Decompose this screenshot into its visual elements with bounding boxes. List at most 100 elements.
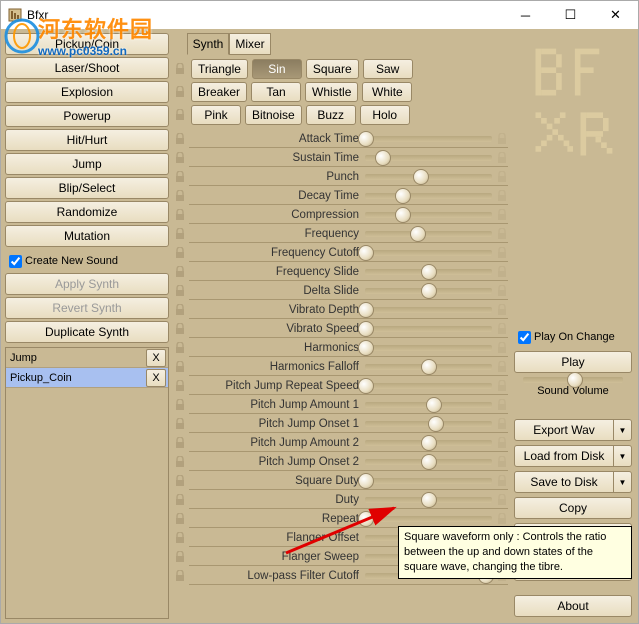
lock-icon[interactable] <box>175 418 185 430</box>
slider-track[interactable] <box>365 459 492 465</box>
slider-thumb[interactable] <box>358 511 374 527</box>
lock-icon[interactable] <box>175 323 185 335</box>
apply-synth-button[interactable]: Apply Synth <box>5 273 169 295</box>
slider-track[interactable] <box>365 155 492 161</box>
slider-track[interactable] <box>365 288 492 294</box>
slider-thumb[interactable] <box>395 207 411 223</box>
lock-icon[interactable] <box>497 133 507 145</box>
lock-icon[interactable] <box>497 323 507 335</box>
lock-icon[interactable] <box>175 304 185 316</box>
slider-track[interactable] <box>365 307 492 313</box>
wave-buzz-button[interactable]: Buzz <box>306 105 356 125</box>
generator-mutation-button[interactable]: Mutation <box>5 225 169 247</box>
wave-pink-button[interactable]: Pink <box>191 105 241 125</box>
tab-synth[interactable]: Synth <box>187 33 229 55</box>
slider-thumb[interactable] <box>413 169 429 185</box>
lock-icon[interactable] <box>497 361 507 373</box>
sound-delete-button[interactable]: X <box>146 349 166 367</box>
lock-icon[interactable] <box>497 456 507 468</box>
save-to-disk-button[interactable]: Save to Disk▼ <box>514 471 632 493</box>
wave-square-button[interactable]: Square <box>306 59 359 79</box>
lock-icon[interactable] <box>175 399 185 411</box>
lock-icon[interactable] <box>497 342 507 354</box>
slider-track[interactable] <box>365 326 492 332</box>
duplicate-synth-button[interactable]: Duplicate Synth <box>5 321 169 343</box>
wave-sin-button[interactable]: Sin <box>252 59 302 79</box>
lock-icon[interactable] <box>175 86 185 98</box>
lock-icon[interactable] <box>175 494 185 506</box>
lock-icon[interactable] <box>497 304 507 316</box>
lock-icon[interactable] <box>175 285 185 297</box>
play-button[interactable]: Play <box>514 351 632 373</box>
slider-thumb[interactable] <box>421 283 437 299</box>
slider-thumb[interactable] <box>421 359 437 375</box>
slider-thumb[interactable] <box>358 302 374 318</box>
slider-track[interactable] <box>365 440 492 446</box>
sound-delete-button[interactable]: X <box>146 369 166 387</box>
lock-icon[interactable] <box>497 228 507 240</box>
lock-icon[interactable] <box>175 228 185 240</box>
generator-hit-hurt-button[interactable]: Hit/Hurt <box>5 129 169 151</box>
slider-thumb[interactable] <box>395 188 411 204</box>
slider-track[interactable] <box>365 174 492 180</box>
play-on-change-checkbox[interactable] <box>518 331 531 344</box>
slider-track[interactable] <box>365 364 492 370</box>
copy-button[interactable]: Copy <box>514 497 632 519</box>
slider-track[interactable] <box>365 421 492 427</box>
generator-powerup-button[interactable]: Powerup <box>5 105 169 127</box>
wave-saw-button[interactable]: Saw <box>363 59 413 79</box>
maximize-button[interactable]: ☐ <box>548 1 593 29</box>
wave-tan-button[interactable]: Tan <box>251 82 301 102</box>
lock-icon[interactable] <box>497 152 507 164</box>
lock-icon[interactable] <box>175 266 185 278</box>
sound-item[interactable]: Pickup_CoinX <box>6 368 168 388</box>
lock-icon[interactable] <box>497 418 507 430</box>
volume-slider[interactable] <box>523 377 623 383</box>
lock-icon[interactable] <box>497 475 507 487</box>
wave-triangle-button[interactable]: Triangle <box>191 59 248 79</box>
lock-icon[interactable] <box>175 380 185 392</box>
lock-icon[interactable] <box>497 285 507 297</box>
lock-icon[interactable] <box>175 133 185 145</box>
slider-thumb[interactable] <box>421 454 437 470</box>
lock-icon[interactable] <box>175 532 185 544</box>
lock-icon[interactable] <box>497 247 507 259</box>
slider-thumb[interactable] <box>358 473 374 489</box>
save-dropdown[interactable]: ▼ <box>614 471 632 493</box>
tab-mixer[interactable]: Mixer <box>229 33 271 55</box>
slider-track[interactable] <box>365 250 492 256</box>
lock-icon[interactable] <box>175 152 185 164</box>
load-from-disk-button[interactable]: Load from Disk▼ <box>514 445 632 467</box>
slider-track[interactable] <box>365 402 492 408</box>
slider-thumb[interactable] <box>428 416 444 432</box>
create-new-sound-checkbox[interactable] <box>9 255 22 268</box>
lock-icon[interactable] <box>497 380 507 392</box>
lock-icon[interactable] <box>175 551 185 563</box>
sound-item[interactable]: JumpX <box>6 348 168 368</box>
wave-bitnoise-button[interactable]: Bitnoise <box>245 105 302 125</box>
wave-white-button[interactable]: White <box>362 82 412 102</box>
lock-icon[interactable] <box>175 456 185 468</box>
wave-holo-button[interactable]: Holo <box>360 105 410 125</box>
generator-explosion-button[interactable]: Explosion <box>5 81 169 103</box>
lock-icon[interactable] <box>497 437 507 449</box>
generator-pickup-coin-button[interactable]: Pickup/Coin <box>5 33 169 55</box>
slider-track[interactable] <box>365 478 492 484</box>
slider-track[interactable] <box>365 231 492 237</box>
wave-breaker-button[interactable]: Breaker <box>191 82 247 102</box>
lock-icon[interactable] <box>175 247 185 259</box>
load-dropdown[interactable]: ▼ <box>614 445 632 467</box>
slider-track[interactable] <box>365 516 492 522</box>
slider-thumb[interactable] <box>426 397 442 413</box>
lock-icon[interactable] <box>175 171 185 183</box>
slider-thumb[interactable] <box>421 435 437 451</box>
slider-track[interactable] <box>365 136 492 142</box>
lock-icon[interactable] <box>175 63 185 75</box>
slider-thumb[interactable] <box>421 492 437 508</box>
generator-laser-shoot-button[interactable]: Laser/Shoot <box>5 57 169 79</box>
lock-icon[interactable] <box>497 399 507 411</box>
slider-track[interactable] <box>365 212 492 218</box>
slider-track[interactable] <box>365 193 492 199</box>
lock-icon[interactable] <box>175 190 185 202</box>
lock-icon[interactable] <box>175 513 185 525</box>
